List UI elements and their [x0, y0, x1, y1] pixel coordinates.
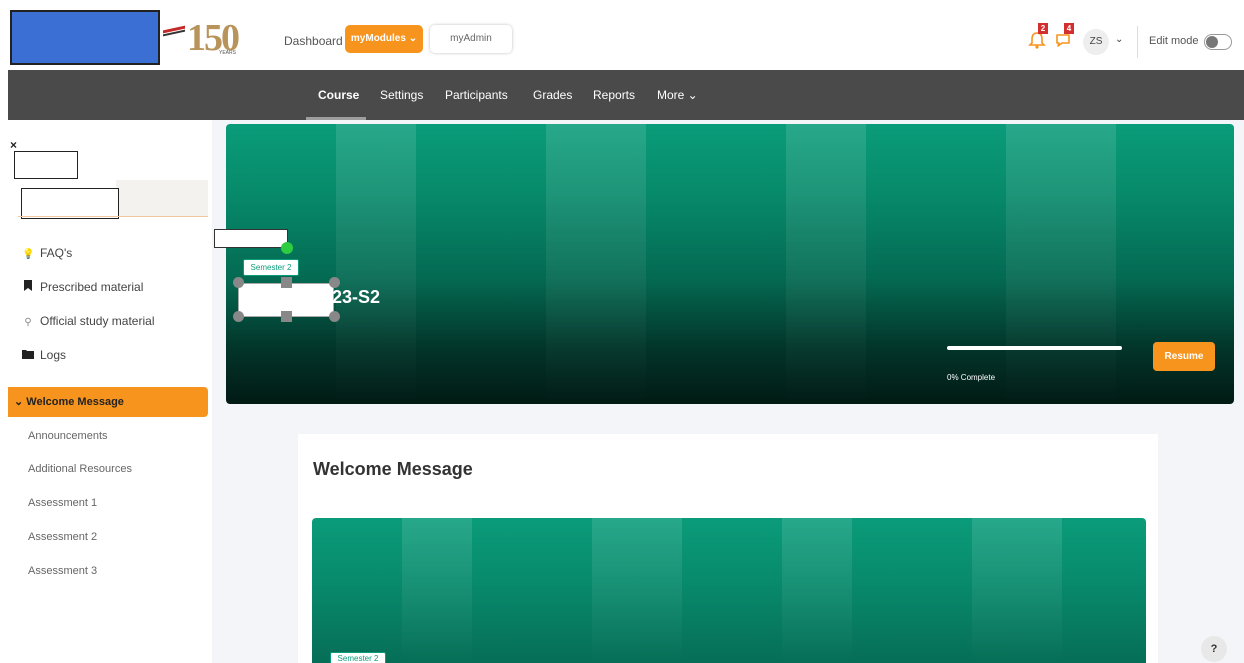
edit-mode-label: Edit mode — [1149, 35, 1199, 47]
course-code: 23-S2 — [332, 287, 381, 307]
sidebar-item-official-study-material[interactable]: ⚲ Official study material — [22, 314, 155, 328]
resume-button[interactable]: Resume — [1153, 342, 1215, 371]
bookmark-icon — [22, 280, 34, 294]
resize-handle[interactable] — [281, 311, 292, 322]
sidebar-subitem-assessment-1[interactable]: Assessment 1 — [28, 497, 97, 509]
sidebar-item-label: Official study material — [40, 314, 155, 328]
resize-handle[interactable] — [281, 277, 292, 288]
sidebar-shade — [116, 180, 208, 217]
tab-participants[interactable]: Participants — [445, 88, 508, 102]
graduation-icon: ⚲ — [24, 317, 32, 328]
sidebar-item-faqs[interactable]: 💡 FAQ's — [22, 246, 72, 260]
semester-badge: Semester 2 — [330, 652, 386, 663]
user-avatar[interactable]: ZS — [1083, 29, 1109, 55]
my-modules-menu[interactable]: myModules ⌄ — [345, 25, 423, 53]
edit-mode-toggle[interactable] — [1204, 34, 1232, 50]
course-hero-banner — [226, 124, 1234, 404]
help-button[interactable]: ? — [1201, 636, 1227, 662]
sidebar-subitem-assessment-2[interactable]: Assessment 2 — [28, 531, 97, 543]
section-title: Welcome Message — [313, 459, 473, 479]
tab-grades[interactable]: Grades — [533, 88, 572, 102]
flag-icon — [163, 25, 185, 38]
my-admin-link[interactable]: myAdmin — [430, 25, 512, 53]
dashboard-link[interactable]: Dashboard — [284, 34, 343, 48]
sidebar-section-welcome-message[interactable]: ⌄ Welcome Message — [8, 387, 208, 417]
semester-badge: Semester 2 — [243, 259, 299, 276]
lightbulb-icon: 💡 — [22, 249, 35, 260]
resize-handle[interactable] — [329, 311, 340, 322]
sidebar-divider — [18, 216, 208, 217]
tab-course[interactable]: Course — [318, 88, 359, 102]
folder-icon — [22, 349, 34, 362]
welcome-banner-image — [312, 518, 1146, 663]
messages-button[interactable]: 4 — [1054, 23, 1074, 50]
sidebar-section-label: Welcome Message — [26, 396, 124, 408]
chevron-down-icon: ⌄ — [14, 396, 24, 408]
resize-handle[interactable] — [233, 277, 244, 288]
sidebar-subitem-announcements[interactable]: Announcements — [28, 430, 108, 442]
tab-more[interactable]: More ⌄ — [657, 88, 698, 102]
tab-settings[interactable]: Settings — [380, 88, 423, 102]
course-progress-bar — [947, 346, 1122, 350]
redacted-box — [14, 151, 78, 179]
sidebar-item-label: Prescribed material — [40, 280, 144, 294]
tab-reports[interactable]: Reports — [593, 88, 635, 102]
messages-badge: 4 — [1064, 23, 1074, 34]
notifications-button[interactable]: 2 — [1028, 23, 1048, 50]
notifications-badge: 2 — [1038, 23, 1048, 34]
sidebar-item-logs[interactable]: Logs — [22, 348, 66, 362]
anniversary-years-label: YEARS — [219, 50, 236, 56]
course-secondary-nav: Course Settings Participants Grades Repo… — [8, 70, 1244, 120]
close-drawer-icon[interactable]: × — [10, 138, 17, 152]
redacted-box — [21, 188, 119, 219]
sidebar-subitem-assessment-3[interactable]: Assessment 3 — [28, 565, 97, 577]
sidebar-item-label: FAQ's — [40, 246, 73, 260]
progress-label: 0% Complete — [947, 373, 996, 382]
sidebar-subitem-additional-resources[interactable]: Additional Resources — [28, 463, 132, 475]
redacted-box — [214, 229, 288, 248]
resize-handle[interactable] — [233, 311, 244, 322]
header-divider — [1137, 26, 1138, 58]
rotate-handle[interactable] — [281, 242, 293, 254]
anniversary-logo: 150 YEARS — [163, 14, 243, 62]
chevron-down-icon[interactable]: ⌄ — [1115, 34, 1123, 45]
toggle-knob — [1206, 36, 1218, 48]
sidebar-item-label: Logs — [40, 348, 67, 362]
sidebar-item-prescribed-material[interactable]: Prescribed material — [22, 280, 143, 294]
institution-logo-redacted[interactable] — [10, 10, 160, 65]
